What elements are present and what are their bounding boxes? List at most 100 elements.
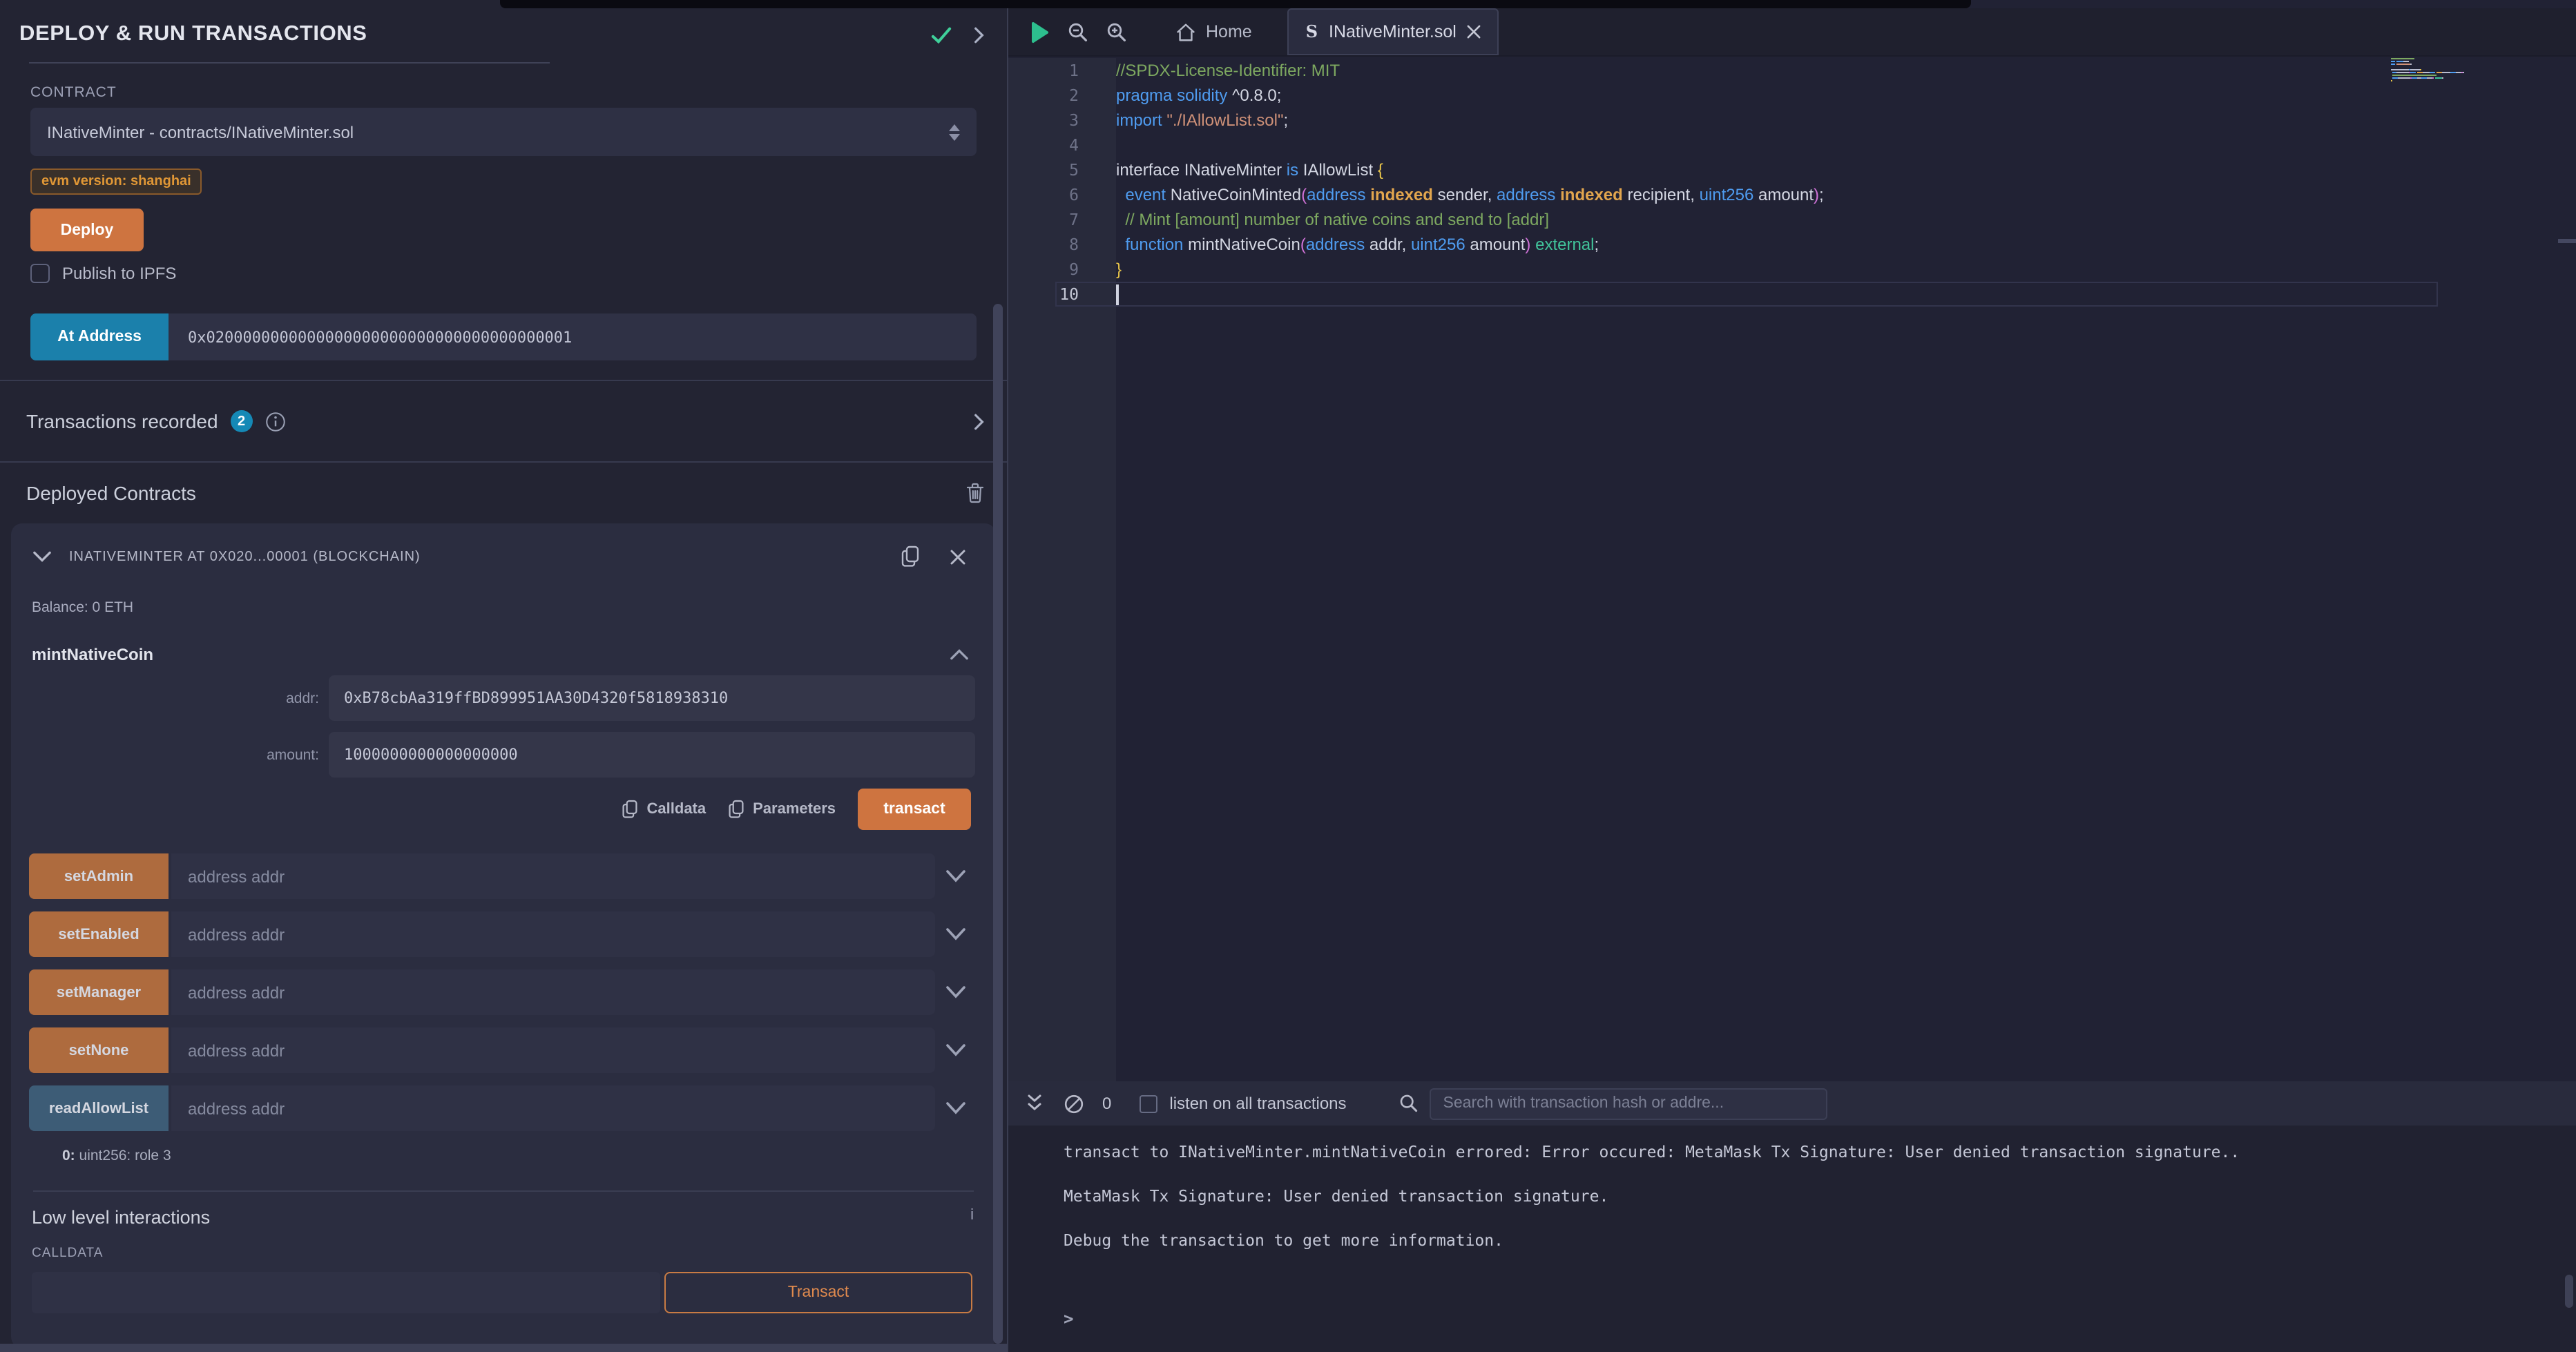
code-line-2[interactable]: 2pragma solidity ^0.8.0; bbox=[1008, 83, 2576, 108]
deploy-run-panel: DEPLOY & RUN TRANSACTIONS CONTRACT INati… bbox=[0, 0, 1007, 1352]
line-number: 5 bbox=[1008, 160, 1116, 180]
code-line-1[interactable]: 1//SPDX-License-Identifier: MIT bbox=[1008, 58, 2576, 83]
contract-label: CONTRACT bbox=[30, 84, 1007, 101]
publish-ipfs-row: Publish to IPFS bbox=[30, 264, 1007, 283]
code-line-9[interactable]: 9} bbox=[1008, 257, 2576, 282]
low-level-header: Low level interactions i bbox=[32, 1207, 974, 1228]
line-number: 2 bbox=[1008, 86, 1116, 105]
setEnabled-input[interactable] bbox=[171, 911, 935, 957]
line-number: 1 bbox=[1008, 61, 1116, 80]
setManager-button[interactable]: setManager bbox=[29, 969, 169, 1015]
instance-collapse-chevron-down-icon[interactable] bbox=[33, 551, 51, 562]
card-divider bbox=[33, 1190, 974, 1192]
setAdmin-expand-chevron-down-icon[interactable] bbox=[946, 870, 965, 882]
clear-circle-slash-icon[interactable] bbox=[1064, 1093, 1084, 1114]
contract-function-list: setAdmin setEnabled setManager setNone readA… bbox=[29, 853, 965, 1131]
code-line-6[interactable]: 6 event NativeCoinMinted(address indexed… bbox=[1008, 182, 2576, 207]
calldata-chip-label: Calldata bbox=[647, 801, 707, 818]
listen-all-transactions-checkbox[interactable] bbox=[1139, 1094, 1157, 1112]
panel-expand-chevron-right-icon[interactable] bbox=[974, 26, 985, 44]
function-row-setManager: setManager bbox=[29, 969, 965, 1015]
parameters-chip[interactable]: Parameters bbox=[728, 800, 836, 819]
deployed-contracts-row: Deployed Contracts bbox=[0, 463, 1007, 523]
transactions-recorded-row: Transactions recorded 2 bbox=[0, 381, 1007, 463]
deploy-button[interactable]: Deploy bbox=[30, 209, 144, 251]
transact-button[interactable]: transact bbox=[858, 789, 971, 830]
call-output: 0: uint256: role 3 bbox=[62, 1148, 996, 1164]
window-top-bar bbox=[500, 0, 1971, 8]
panel-bottom-strip bbox=[0, 1344, 1008, 1352]
code-line-10[interactable]: 10 bbox=[1008, 282, 2576, 307]
tab-home[interactable]: Home bbox=[1175, 21, 1252, 42]
line-number: 4 bbox=[1008, 135, 1116, 155]
parameter-input-amount[interactable] bbox=[329, 732, 975, 778]
instance-header[interactable]: INATIVEMINTER AT 0X020...00001 (BLOCKCHA… bbox=[11, 523, 996, 568]
editor-minimap[interactable] bbox=[2391, 58, 2558, 85]
panel-scrollbar[interactable] bbox=[993, 304, 1003, 1344]
parameter-row: amount: bbox=[11, 732, 975, 778]
parameter-input-addr[interactable] bbox=[329, 675, 975, 721]
instance-title: INATIVEMINTER AT 0X020...00001 (BLOCKCHA… bbox=[69, 549, 421, 564]
setNone-input[interactable] bbox=[171, 1027, 935, 1073]
function-name: mintNativeCoin bbox=[32, 645, 153, 664]
at-address-row: At Address bbox=[30, 313, 977, 360]
play-run-icon[interactable] bbox=[1030, 20, 1050, 44]
setAdmin-button[interactable]: setAdmin bbox=[29, 853, 169, 899]
listen-all-transactions-label: listen on all transactions bbox=[1169, 1094, 1346, 1113]
tab-inativeminter-sol[interactable]: S INativeMinter.sol bbox=[1288, 8, 1499, 55]
transactions-count-badge: 2 bbox=[231, 410, 253, 432]
calldata-chip[interactable]: Calldata bbox=[622, 800, 707, 819]
text-cursor bbox=[1116, 284, 1118, 305]
setNone-expand-chevron-down-icon[interactable] bbox=[946, 1044, 965, 1056]
setManager-expand-chevron-down-icon[interactable] bbox=[946, 986, 965, 998]
publish-ipfs-label: Publish to IPFS bbox=[62, 264, 176, 283]
setEnabled-expand-chevron-down-icon[interactable] bbox=[946, 928, 965, 940]
code-line-3[interactable]: 3import "./IAllowList.sol"; bbox=[1008, 108, 2576, 133]
terminal: 0 listen on all transactions transact to… bbox=[1008, 1081, 2576, 1352]
close-instance-icon[interactable] bbox=[950, 549, 965, 564]
terminal-prompt[interactable]: > bbox=[1064, 1309, 2548, 1329]
editor-scrollbar[interactable] bbox=[2558, 239, 2576, 243]
parameters-chip-label: Parameters bbox=[753, 801, 836, 818]
line-number: 8 bbox=[1008, 235, 1116, 254]
code-line-4[interactable]: 4 bbox=[1008, 133, 2576, 157]
terminal-search-input[interactable] bbox=[1430, 1088, 1827, 1119]
transactions-expand-chevron-right-icon[interactable] bbox=[974, 412, 985, 430]
tab-home-label: Home bbox=[1206, 22, 1252, 41]
code-line-7[interactable]: 7 // Mint [amount] number of native coin… bbox=[1008, 207, 2576, 232]
low-level-info-icon[interactable]: i bbox=[970, 1207, 974, 1224]
panel-editor-divider[interactable] bbox=[1007, 0, 1008, 1352]
readAllowList-input[interactable] bbox=[171, 1085, 935, 1131]
function-collapse-chevron-up-icon[interactable] bbox=[950, 649, 968, 660]
copy-address-icon[interactable] bbox=[901, 545, 920, 568]
setManager-input[interactable] bbox=[171, 969, 935, 1015]
setAdmin-input[interactable] bbox=[171, 853, 935, 899]
line-number: 10 bbox=[1008, 284, 1116, 304]
readAllowList-button[interactable]: readAllowList bbox=[29, 1085, 169, 1131]
info-circle-icon bbox=[265, 411, 286, 432]
at-address-button[interactable]: At Address bbox=[30, 313, 169, 360]
at-address-input[interactable] bbox=[169, 313, 977, 360]
readAllowList-expand-chevron-down-icon[interactable] bbox=[946, 1102, 965, 1114]
code-line-8[interactable]: 8 function mintNativeCoin(address addr, … bbox=[1008, 232, 2576, 257]
setEnabled-button[interactable]: setEnabled bbox=[29, 911, 169, 957]
trash-icon[interactable] bbox=[965, 482, 985, 504]
low-level-row: Transact bbox=[32, 1272, 972, 1313]
zoom-out-icon[interactable] bbox=[1068, 21, 1088, 42]
low-level-transact-button[interactable]: Transact bbox=[664, 1272, 972, 1313]
contract-select[interactable]: INativeMinter - contracts/INativeMinter.… bbox=[30, 108, 977, 156]
low-level-calldata-input[interactable] bbox=[32, 1272, 660, 1313]
terminal-log-line: transact to INativeMinter.mintNativeCoin… bbox=[1064, 1141, 2548, 1163]
function-row-setNone: setNone bbox=[29, 1027, 965, 1073]
setNone-button[interactable]: setNone bbox=[29, 1027, 169, 1073]
close-tab-icon[interactable] bbox=[1468, 25, 1481, 39]
low-level-calldata-label: CALLDATA bbox=[32, 1246, 996, 1261]
function-row-setEnabled: setEnabled bbox=[29, 911, 965, 957]
terminal-scrollbar[interactable] bbox=[2565, 1275, 2573, 1308]
publish-ipfs-checkbox[interactable] bbox=[30, 264, 50, 283]
code-line-5[interactable]: 5interface INativeMinter is IAllowList { bbox=[1008, 157, 2576, 182]
terminal-header: 0 listen on all transactions bbox=[1008, 1081, 2576, 1126]
code-lines[interactable]: 1//SPDX-License-Identifier: MIT2pragma s… bbox=[1008, 58, 2576, 307]
double-chevron-down-icon[interactable] bbox=[1026, 1094, 1043, 1113]
zoom-in-icon[interactable] bbox=[1106, 21, 1127, 42]
